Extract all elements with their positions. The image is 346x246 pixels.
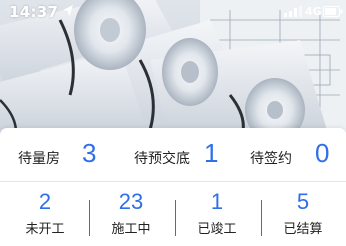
phase-label: 施工中 bbox=[111, 222, 151, 237]
phase-value: 5 bbox=[296, 189, 310, 214]
stat-label: 待签约 bbox=[250, 151, 292, 167]
stat-value: 0 bbox=[315, 138, 330, 168]
stat-value: 3 bbox=[82, 138, 97, 168]
summary-card: 待量房 3 待预交底 1 待签约 0 2 未开工 23 施工中 1 已竣工 5 bbox=[0, 128, 346, 246]
phase-completed[interactable]: 1 已竣工 bbox=[174, 182, 260, 246]
stat-label: 待量房 bbox=[18, 151, 60, 167]
stat-value: 1 bbox=[204, 138, 219, 168]
signal-icon bbox=[284, 6, 302, 17]
pending-stats-row: 待量房 3 待预交底 1 待签约 0 bbox=[0, 128, 346, 182]
phase-value: 23 bbox=[118, 189, 144, 214]
phase-label: 已结算 bbox=[283, 222, 323, 237]
phase-settled[interactable]: 5 已结算 bbox=[260, 182, 346, 246]
status-time: 14:37 bbox=[9, 3, 59, 21]
hero-banner: 14:37 4G bbox=[0, 0, 346, 140]
battery-icon bbox=[323, 6, 343, 17]
phase-value: 1 bbox=[210, 189, 224, 214]
phase-label: 已竣工 bbox=[197, 222, 237, 237]
phase-value: 2 bbox=[38, 189, 52, 214]
project-phase-row: 2 未开工 23 施工中 1 已竣工 5 已结算 bbox=[0, 182, 346, 246]
status-bar: 14:37 4G bbox=[0, 0, 346, 26]
network-type: 4G bbox=[305, 5, 322, 18]
stat-label: 待预交底 bbox=[134, 151, 190, 167]
phase-not-started[interactable]: 2 未开工 bbox=[2, 182, 88, 246]
location-arrow-icon bbox=[63, 5, 73, 17]
phase-label: 未开工 bbox=[25, 222, 65, 237]
phase-in-progress[interactable]: 23 施工中 bbox=[88, 182, 174, 246]
